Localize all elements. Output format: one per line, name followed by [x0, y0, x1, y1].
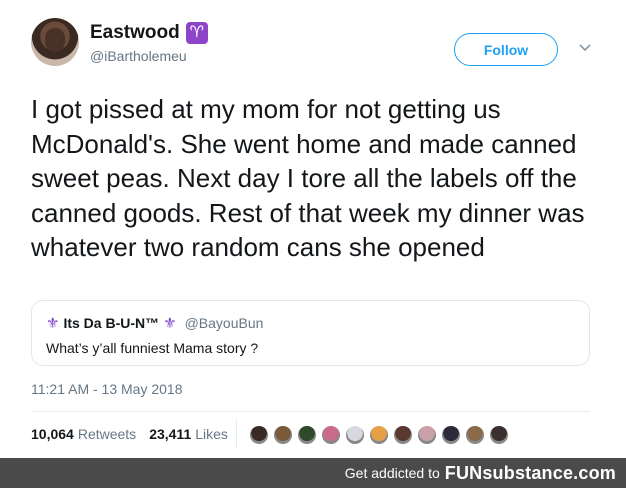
author-display-name[interactable]: Eastwood: [90, 22, 180, 44]
tweet-stats: 10,064 Retweets 23,411 Likes: [31, 426, 241, 442]
stats-divider: [31, 411, 590, 412]
liker-avatar[interactable]: [272, 424, 294, 446]
liker-avatar[interactable]: [416, 424, 438, 446]
follow-button[interactable]: Follow: [454, 33, 558, 66]
quoted-author-handle: @BayouBun: [184, 315, 264, 331]
liker-avatar[interactable]: [464, 424, 486, 446]
author-handle[interactable]: @iBartholemeu: [90, 48, 187, 64]
author-avatar[interactable]: [31, 18, 79, 66]
quoted-author-name: Its Da B-U-N™: [63, 315, 160, 331]
retweets-label[interactable]: Retweets: [78, 426, 136, 442]
liker-avatar[interactable]: [248, 424, 270, 446]
liker-avatar[interactable]: [320, 424, 342, 446]
site-footer: Get addicted to FUNsubstance.com: [0, 458, 626, 488]
liker-avatar[interactable]: [296, 424, 318, 446]
liker-avatar[interactable]: [344, 424, 366, 446]
quoted-tweet[interactable]: ⚜ Its Da B-U-N™ ⚜ @BayouBun What’s y’all…: [31, 300, 590, 366]
fleur-de-lis-icon: ⚜: [46, 314, 60, 332]
footer-brand-logo[interactable]: FUNsubstance.com: [445, 463, 616, 484]
retweets-count[interactable]: 10,064: [31, 426, 74, 442]
aries-icon: ♈: [185, 22, 208, 44]
quoted-tweet-text: What’s y’all funniest Mama story ?: [46, 340, 259, 356]
liker-avatars: [248, 424, 512, 446]
quoted-tweet-header: ⚜ Its Da B-U-N™ ⚜ @BayouBun: [46, 315, 263, 331]
tweet-timestamp[interactable]: 11:21 AM - 13 May 2018: [31, 381, 183, 397]
liker-avatar[interactable]: [368, 424, 390, 446]
likes-count[interactable]: 23,411: [149, 426, 191, 442]
chevron-down-icon[interactable]: [577, 40, 593, 56]
likes-label[interactable]: Likes: [195, 426, 228, 442]
liker-avatar[interactable]: [440, 424, 462, 446]
liker-avatar[interactable]: [488, 424, 510, 446]
stats-separator: [236, 420, 237, 448]
liker-avatar[interactable]: [392, 424, 414, 446]
avatar-face: [45, 28, 65, 52]
tweet-card: Eastwood ♈ @iBartholemeu Follow I got pi…: [0, 0, 626, 458]
author-name-row: Eastwood ♈: [90, 22, 208, 44]
fleur-de-lis-icon: ⚜: [163, 314, 177, 332]
tweet-text: I got pissed at my mom for not getting u…: [31, 94, 585, 262]
footer-prefix: Get addicted to: [344, 465, 440, 481]
